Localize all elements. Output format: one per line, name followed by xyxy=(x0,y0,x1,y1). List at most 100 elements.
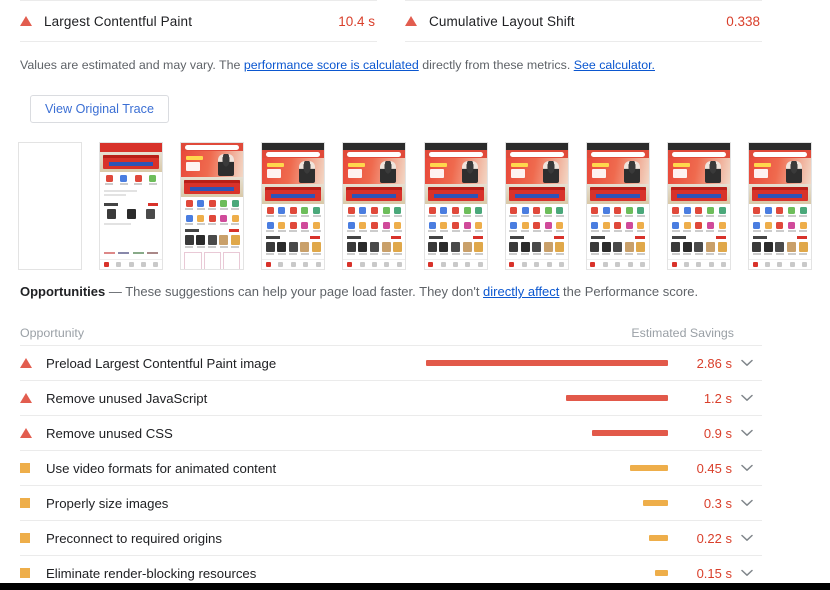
opportunity-label: Preload Largest Contentful Paint image xyxy=(46,355,277,371)
savings-value: 0.3 s xyxy=(703,495,732,511)
column-header-estimated-savings: Estimated Savings xyxy=(631,325,734,340)
page-thumbnail-mock xyxy=(748,143,811,269)
page-thumbnail-mock xyxy=(343,143,406,269)
mock-hero xyxy=(181,151,244,177)
savings-bar-track xyxy=(424,535,674,541)
metric-largest-contentful-paint[interactable]: Largest Contentful Paint 10.4 s xyxy=(20,0,377,42)
metrics-disclaimer: Values are estimated and may vary. The p… xyxy=(20,57,810,73)
mock-product-header xyxy=(181,227,243,234)
savings-value: 0.22 s xyxy=(696,530,732,546)
row-icon xyxy=(20,428,46,438)
filmstrip-frame[interactable] xyxy=(342,142,407,270)
warning-triangle-icon xyxy=(20,428,32,438)
metrics-panel: Largest Contentful Paint 10.4 s Cumulati… xyxy=(20,0,762,42)
table-row[interactable]: Preload Largest Contentful Paint image 2… xyxy=(20,346,762,381)
table-row[interactable]: Preconnect to required origins 0.22 s xyxy=(20,521,762,556)
metric-column-right: Cumulative Layout Shift 0.338 xyxy=(391,0,762,42)
orange-square-icon xyxy=(20,498,30,508)
mock-text-lines xyxy=(100,187,162,201)
savings-value: 0.9 s xyxy=(703,425,732,441)
row-icon xyxy=(20,358,46,368)
table-row[interactable]: Remove unused JavaScript 1.2 s xyxy=(20,381,762,416)
savings-value: 2.86 s xyxy=(696,355,732,371)
savings-bar-track xyxy=(424,360,674,366)
directly-affect-link[interactable]: directly affect xyxy=(483,284,559,299)
savings-bar xyxy=(649,535,668,541)
chevron-down-icon[interactable] xyxy=(732,429,762,437)
mock-footer-links xyxy=(100,252,162,256)
page-thumbnail-mock xyxy=(100,143,163,269)
mock-product-row xyxy=(181,234,243,246)
filmstrip-frame[interactable] xyxy=(747,142,812,270)
metric-label: Cumulative Layout Shift xyxy=(429,13,575,29)
mock-icon-row xyxy=(181,197,243,208)
filmstrip-frame[interactable] xyxy=(99,142,164,270)
metric-cumulative-layout-shift[interactable]: Cumulative Layout Shift 0.338 xyxy=(405,0,762,42)
chevron-down-icon[interactable] xyxy=(732,499,762,507)
savings-bar xyxy=(566,395,668,401)
chevron-down-icon[interactable] xyxy=(732,569,762,577)
filmstrip-frame[interactable] xyxy=(180,142,245,270)
mock-placeholder-boxes xyxy=(181,250,243,269)
chevron-down-icon[interactable] xyxy=(732,359,762,367)
see-calculator-link[interactable]: See calculator. xyxy=(574,58,655,72)
orange-square-icon xyxy=(20,568,30,578)
mock-product-header xyxy=(100,201,162,208)
metric-value: 0.338 xyxy=(726,13,760,29)
metric-label: Largest Contentful Paint xyxy=(44,13,193,29)
disclaimer-text-1: Values are estimated and may vary. The xyxy=(20,58,244,72)
opportunities-column-header: Opportunity Estimated Savings xyxy=(20,320,762,346)
savings-value: 1.2 s xyxy=(703,390,732,406)
filmstrip-thumbnails xyxy=(18,142,812,270)
opportunity-label: Use video formats for animated content xyxy=(46,460,277,476)
opportunity-label: Eliminate render-blocking resources xyxy=(46,565,257,581)
row-icon xyxy=(20,393,46,403)
savings-bar-track xyxy=(424,570,674,576)
view-original-trace-button[interactable]: View Original Trace xyxy=(30,95,169,123)
savings-bar xyxy=(655,570,668,576)
savings-bar xyxy=(591,430,668,436)
savings-bar-track xyxy=(424,430,674,436)
savings-value: 0.45 s xyxy=(696,460,732,476)
opportunities-table: Opportunity Estimated Savings Preload La… xyxy=(20,320,762,590)
table-row[interactable]: Properly size images 0.3 s xyxy=(20,486,762,521)
opportunities-title: Opportunities xyxy=(20,284,106,299)
opportunities-desc-2: the Performance score. xyxy=(559,284,699,299)
page-thumbnail-mock xyxy=(505,143,568,269)
table-row[interactable]: Use video formats for animated content 0… xyxy=(20,451,762,486)
page-thumbnail-mock xyxy=(586,143,649,269)
warning-triangle-icon xyxy=(20,16,32,26)
mock-banner xyxy=(100,152,163,172)
performance-score-link[interactable]: performance score is calculated xyxy=(244,58,419,72)
filmstrip-frame[interactable] xyxy=(504,142,569,270)
filmstrip-frame[interactable] xyxy=(585,142,650,270)
savings-bar-track xyxy=(424,500,674,506)
warning-triangle-icon xyxy=(405,16,417,26)
filmstrip-frame[interactable] xyxy=(666,142,731,270)
savings-bar xyxy=(642,500,668,506)
opportunities-dash: — xyxy=(108,284,122,299)
savings-bar xyxy=(629,465,668,471)
metric-value: 10.4 s xyxy=(338,13,375,29)
orange-square-icon xyxy=(20,463,30,473)
page-thumbnail-mock xyxy=(262,143,325,269)
savings-value: 0.15 s xyxy=(696,565,732,581)
filmstrip-frame[interactable] xyxy=(261,142,326,270)
filmstrip-frame[interactable] xyxy=(423,142,488,270)
row-icon xyxy=(20,533,46,543)
mock-searchbar xyxy=(181,143,244,151)
warning-triangle-icon xyxy=(20,358,32,368)
chevron-down-icon[interactable] xyxy=(732,464,762,472)
savings-bar-track xyxy=(424,395,674,401)
table-row[interactable]: Remove unused CSS 0.9 s xyxy=(20,416,762,451)
lighthouse-report-page: Largest Contentful Paint 10.4 s Cumulati… xyxy=(0,0,830,590)
metric-column-left: Largest Contentful Paint 10.4 s xyxy=(20,0,391,42)
chevron-down-icon[interactable] xyxy=(732,534,762,542)
mock-banner xyxy=(181,177,244,197)
opportunity-label: Preconnect to required origins xyxy=(46,530,222,546)
filmstrip-frame[interactable] xyxy=(18,142,82,270)
page-thumbnail-mock xyxy=(181,143,244,269)
chevron-down-icon[interactable] xyxy=(732,394,762,402)
mock-icon-row xyxy=(181,212,243,223)
opportunities-desc-1: These suggestions can help your page loa… xyxy=(125,284,484,299)
